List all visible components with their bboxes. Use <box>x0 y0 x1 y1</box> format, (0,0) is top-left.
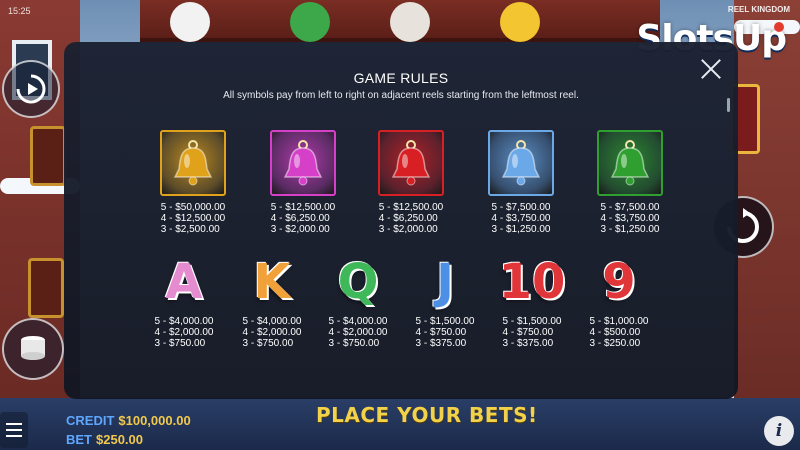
letter-k-icon: K <box>253 254 291 310</box>
payout-line: 4 - $2,000.00 <box>154 327 214 338</box>
game-rules-modal: GAME RULES All symbols pay from left to … <box>64 42 738 399</box>
payout-line: 4 - $500.00 <box>589 327 641 338</box>
payout-values: 5 - $50,000.00 4 - $12,500.00 3 - $2,500.0… <box>161 202 226 235</box>
payout-line: 4 - $12,500.00 <box>160 213 226 224</box>
number-9-icon: 9 <box>602 254 636 310</box>
payout-line: 5 - $4,000.00 <box>328 316 388 327</box>
payout-values: 5 - $7,500.00 4 - $3,750.00 3 - $1,250.00 <box>492 202 551 235</box>
payout-line: 5 - $1,500.00 <box>415 316 475 327</box>
autoplay-icon <box>16 74 46 104</box>
paytable-symbol: 5 - $7,500.00 4 - $3,750.00 3 - $1,250.00 <box>585 130 675 235</box>
gold-bell-icon <box>160 130 226 196</box>
payout-line: 3 - $1,250.00 <box>600 224 660 235</box>
payout-line: 4 - $3,750.00 <box>491 213 551 224</box>
bet-display: BET $250.00 <box>66 432 143 447</box>
pink-bell-icon <box>270 130 336 196</box>
info-button[interactable]: i <box>764 416 794 446</box>
green-bell-icon <box>597 130 663 196</box>
letter-q-icon: Q <box>337 254 379 310</box>
payout-values: 5 - $12,500.00 4 - $6,250.00 3 - $2,000.00 <box>271 202 336 235</box>
info-icon: i <box>775 421 783 441</box>
payout-line: 4 - $750.00 <box>502 327 554 338</box>
payout-line: 3 - $750.00 <box>328 338 380 349</box>
payout-line: 5 - $4,000.00 <box>242 316 302 327</box>
modal-subtitle: All symbols pay from left to right on ad… <box>223 90 579 101</box>
game-provider-label: REEL KINGDOM <box>727 5 790 14</box>
payout-values: 5 - $1,000.00 4 - $500.00 3 - $250.00 <box>590 316 649 349</box>
payout-line: 3 - $750.00 <box>154 338 206 349</box>
payout-line: 5 - $7,500.00 <box>600 202 660 213</box>
payout-line: 4 - $6,250.00 <box>270 213 330 224</box>
payout-line: 4 - $750.00 <box>415 327 467 338</box>
payout-values: 5 - $4,000.00 4 - $2,000.00 3 - $750.00 <box>329 316 388 349</box>
payout-line: 3 - $1,250.00 <box>491 224 551 235</box>
red-bell-icon <box>378 130 444 196</box>
bet-label: BET <box>66 432 92 447</box>
payout-values: 5 - $7,500.00 4 - $3,750.00 3 - $1,250.00 <box>601 202 660 235</box>
payout-line: 5 - $50,000.00 <box>160 202 226 213</box>
paytable-symbol: K 5 - $4,000.00 4 - $2,000.00 3 - $750.00 <box>227 254 317 349</box>
left-sign-decor <box>30 126 66 186</box>
payout-line: 5 - $12,500.00 <box>378 202 444 213</box>
menu-button[interactable] <box>0 412 28 448</box>
payout-line: 4 - $3,750.00 <box>600 213 660 224</box>
payout-values: 5 - $12,500.00 4 - $6,250.00 3 - $2,000.00 <box>379 202 444 235</box>
payout-line: 5 - $1,500.00 <box>502 316 562 327</box>
payout-line: 3 - $750.00 <box>242 338 294 349</box>
payout-values: 5 - $4,000.00 4 - $2,000.00 3 - $750.00 <box>243 316 302 349</box>
payout-line: 5 - $7,500.00 <box>491 202 551 213</box>
payout-values: 5 - $4,000.00 4 - $2,000.00 3 - $750.00 <box>155 316 214 349</box>
bet-value: $250.00 <box>96 432 143 447</box>
payout-line: 4 - $6,250.00 <box>378 213 438 224</box>
payout-line: 5 - $12,500.00 <box>270 202 336 213</box>
paytable-symbol: Q 5 - $4,000.00 4 - $2,000.00 3 - $750.00 <box>313 254 403 349</box>
place-bets-message: PLACE YOUR BETS! <box>316 403 538 427</box>
payout-values: 5 - $1,500.00 4 - $750.00 3 - $375.00 <box>416 316 475 349</box>
letter-a-icon: A <box>165 254 203 310</box>
top-characters-banner <box>140 0 660 42</box>
coin-stack-icon <box>21 336 45 360</box>
autoplay-button[interactable] <box>2 60 60 118</box>
paytable-symbol: 9 5 - $1,000.00 4 - $500.00 3 - $250.00 <box>574 254 664 349</box>
modal-title: GAME RULES <box>353 70 449 86</box>
payout-line: 5 - $4,000.00 <box>154 316 214 327</box>
paytable-symbol: A 5 - $4,000.00 4 - $2,000.00 3 - $750.00 <box>139 254 229 349</box>
payout-line: 3 - $2,500.00 <box>160 224 220 235</box>
payout-values: 5 - $1,500.00 4 - $750.00 3 - $375.00 <box>503 316 562 349</box>
payout-line: 3 - $2,000.00 <box>378 224 438 235</box>
paytable-symbol: J 5 - $1,500.00 4 - $750.00 3 - $375.00 <box>400 254 490 349</box>
payout-line: 5 - $1,000.00 <box>589 316 649 327</box>
number-10-icon: 10 <box>498 254 566 310</box>
paytable-symbol: 5 - $7,500.00 4 - $3,750.00 3 - $1,250.00 <box>476 130 566 235</box>
paytable-symbol: 5 - $12,500.00 4 - $6,250.00 3 - $2,000.00 <box>258 130 348 235</box>
blue-bell-icon <box>488 130 554 196</box>
payout-line: 4 - $2,000.00 <box>242 327 302 338</box>
credit-label: CREDIT <box>66 413 115 428</box>
close-icon[interactable] <box>698 56 724 82</box>
payout-line: 3 - $250.00 <box>589 338 641 349</box>
bet-settings-button[interactable] <box>2 318 64 380</box>
left-sign-decor-2 <box>28 258 64 318</box>
letter-j-icon: J <box>436 254 454 310</box>
paytable-symbol: 5 - $50,000.00 4 - $12,500.00 3 - $2,500.0… <box>148 130 238 235</box>
modal-scrollbar[interactable] <box>727 98 730 112</box>
paytable-symbol: 5 - $12,500.00 4 - $6,250.00 3 - $2,000.00 <box>366 130 456 235</box>
payout-line: 3 - $2,000.00 <box>270 224 330 235</box>
brand-dot-icon <box>774 22 784 32</box>
status-time: 15:25 <box>8 6 31 16</box>
payout-line: 3 - $375.00 <box>415 338 467 349</box>
payout-line: 4 - $2,000.00 <box>328 327 388 338</box>
credit-display: CREDIT $100,000.00 <box>66 413 191 428</box>
credit-value: $100,000.00 <box>118 413 191 428</box>
payout-line: 3 - $375.00 <box>502 338 554 349</box>
paytable-symbol: 10 5 - $1,500.00 4 - $750.00 3 - $375.00 <box>487 254 577 349</box>
